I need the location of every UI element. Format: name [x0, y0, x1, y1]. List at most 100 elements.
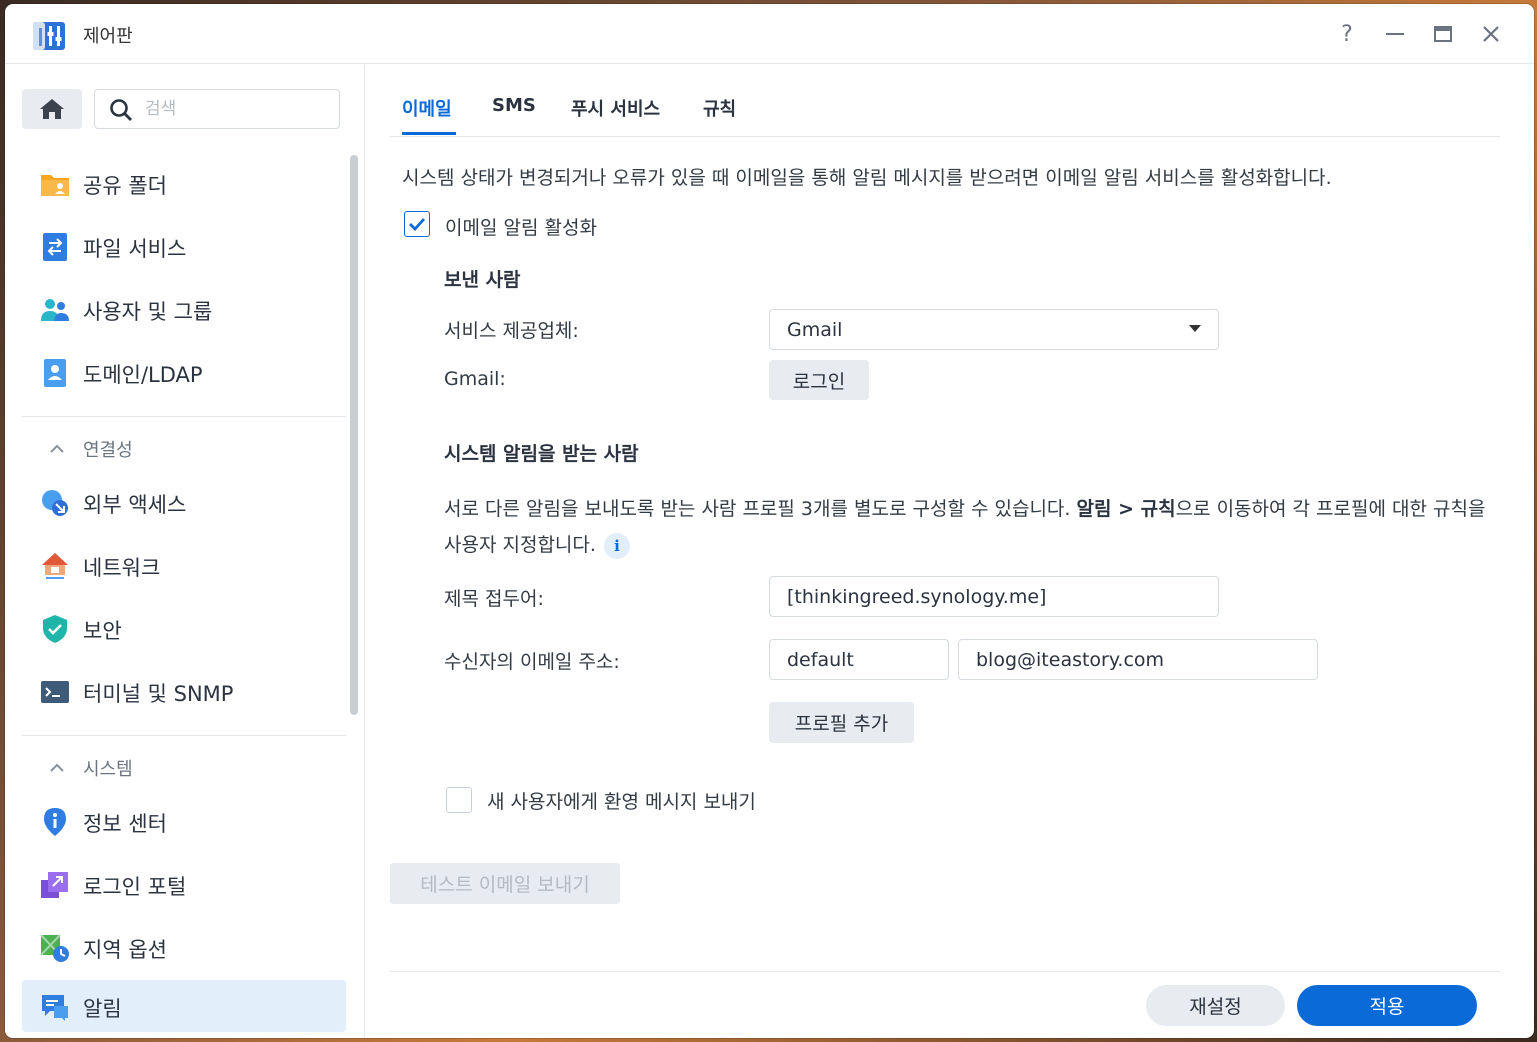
home-icon — [40, 99, 64, 119]
caret-down-icon — [1189, 325, 1201, 332]
sidebar-item-domain-ldap[interactable]: 도메인/LDAP — [22, 346, 346, 398]
tab-bar: 이메일 SMS 푸시 서비스 규칙 — [390, 65, 1500, 137]
search-input[interactable] — [145, 96, 325, 122]
sender-section-title: 보낸 사람 — [444, 269, 521, 291]
enable-email-checkbox[interactable] — [404, 211, 430, 237]
close-icon — [1483, 26, 1499, 42]
home-button[interactable] — [22, 89, 82, 129]
provider-select[interactable]: Gmail — [769, 309, 1219, 350]
section-system-header[interactable]: 시스템 — [22, 747, 346, 787]
welcome-message-label: 새 사용자에게 환영 메시지 보내기 — [487, 791, 756, 813]
info-separator: > — [1111, 498, 1141, 520]
provider-selected-value: Gmail — [787, 319, 843, 341]
external-access-icon — [42, 490, 68, 516]
sidebar-item-label: 터미널 및 SNMP — [83, 682, 234, 706]
maximize-button[interactable] — [1427, 18, 1459, 50]
sidebar-item-label: 보안 — [83, 619, 122, 643]
info-center-icon — [44, 808, 66, 836]
reset-button[interactable]: 재설정 — [1146, 985, 1285, 1026]
recipients-section-title: 시스템 알림을 받는 사람 — [444, 443, 639, 465]
search-icon — [110, 99, 132, 121]
tab-sms[interactable]: SMS — [492, 95, 536, 116]
enable-email-label: 이메일 알림 활성화 — [445, 217, 597, 239]
sidebar-item-login-portal[interactable]: 로그인 포털 — [22, 858, 346, 910]
sidebar-divider — [22, 735, 346, 736]
sidebar-item-label: 외부 액세스 — [83, 493, 187, 517]
network-icon — [42, 553, 68, 579]
sidebar-item-shared-folder[interactable]: 공유 폴더 — [22, 157, 346, 209]
maximize-icon — [1434, 26, 1452, 42]
tab-push-service[interactable]: 푸시 서비스 — [571, 95, 660, 121]
minimize-icon — [1386, 33, 1404, 35]
subject-prefix-input[interactable] — [769, 576, 1219, 617]
users-groups-icon — [41, 299, 69, 321]
sidebar-item-info-center[interactable]: 정보 센터 — [22, 795, 346, 847]
terminal-icon — [41, 681, 69, 703]
search-box[interactable] — [94, 89, 340, 129]
recipient-email-input[interactable] — [958, 639, 1318, 680]
add-profile-button[interactable]: 프로필 추가 — [769, 702, 914, 743]
control-panel-app-icon — [33, 22, 65, 50]
gmail-label: Gmail: — [444, 368, 506, 390]
sidebar-scrollbar[interactable] — [350, 155, 358, 715]
sidebar-item-regional-options[interactable]: 지역 옵션 — [22, 921, 346, 973]
sidebar-item-label: 사용자 및 그룹 — [83, 300, 213, 324]
chevron-up-icon — [50, 444, 64, 453]
chevron-up-icon — [50, 763, 64, 772]
login-portal-icon — [41, 872, 68, 898]
info-icon[interactable]: i — [603, 532, 630, 559]
tab-rules[interactable]: 규칙 — [703, 95, 736, 121]
sidebar-item-external-access[interactable]: 외부 액세스 — [22, 476, 346, 528]
control-panel-window: 제어판 ? 검색 공유 폴더 파일 서비스 사용자 및 그룹 도메인/LDAP … — [5, 4, 1534, 1038]
sidebar-item-label: 공유 폴더 — [83, 174, 167, 198]
section-label: 시스템 — [83, 759, 133, 780]
recipient-profile-input[interactable] — [769, 639, 949, 680]
notification-icon — [42, 995, 68, 1021]
active-tab-indicator — [402, 132, 456, 135]
info-link-rules: 규칙 — [1140, 498, 1176, 520]
sidebar-item-notification[interactable]: 알림 — [22, 980, 346, 1032]
section-connectivity-header[interactable]: 연결성 — [22, 428, 346, 468]
shield-icon — [43, 615, 67, 643]
close-button[interactable] — [1475, 18, 1507, 50]
footer-divider — [390, 971, 1500, 972]
regional-options-icon — [40, 934, 69, 962]
recipients-info-text: 서로 다른 알림을 보내도록 받는 사람 프로필 3개를 별도로 구성할 수 있… — [444, 491, 1504, 563]
sidebar-item-label: 파일 서비스 — [83, 237, 187, 261]
sidebar-item-label: 정보 센터 — [83, 812, 167, 836]
email-description: 시스템 상태가 변경되거나 오류가 있을 때 이메일을 통해 알림 메시지를 받… — [402, 167, 1332, 189]
recipient-email-label: 수신자의 이메일 주소: — [444, 651, 620, 673]
checkmark-icon — [409, 218, 426, 232]
subject-prefix-label: 제목 접두어: — [444, 588, 544, 610]
sidebar-item-label: 네트워크 — [83, 556, 161, 580]
sidebar-item-label: 알림 — [83, 997, 122, 1021]
sidebar-item-security[interactable]: 보안 — [22, 602, 346, 654]
sidebar-item-label: 도메인/LDAP — [83, 363, 203, 387]
sidebar-divider — [22, 416, 346, 417]
sidebar-item-users-groups[interactable]: 사용자 및 그룹 — [22, 283, 346, 335]
tab-email[interactable]: 이메일 — [402, 95, 452, 121]
login-button[interactable]: 로그인 — [769, 360, 869, 400]
sidebar-item-label: 로그인 포털 — [83, 875, 187, 899]
info-text-part: 서로 다른 알림을 보내도록 받는 사람 프로필 3개를 별도로 구성할 수 있… — [444, 498, 1077, 520]
info-link-notification: 알림 — [1076, 498, 1112, 520]
domain-ldap-icon — [44, 359, 66, 387]
welcome-message-checkbox[interactable] — [446, 787, 472, 813]
sidebar-item-network[interactable]: 네트워크 — [22, 539, 346, 591]
help-icon: ? — [1341, 21, 1353, 47]
file-services-icon — [43, 233, 67, 261]
sidebar-item-label: 지역 옵션 — [83, 938, 167, 962]
sidebar-item-file-services[interactable]: 파일 서비스 — [22, 220, 346, 272]
help-button[interactable]: ? — [1331, 18, 1363, 50]
apply-button[interactable]: 적용 — [1297, 985, 1477, 1026]
section-label: 연결성 — [83, 440, 133, 461]
window-title: 제어판 — [83, 26, 133, 47]
sidebar-item-terminal-snmp[interactable]: 터미널 및 SNMP — [22, 665, 346, 717]
send-test-email-button[interactable]: 테스트 이메일 보내기 — [390, 863, 620, 904]
main-panel: 이메일 SMS 푸시 서비스 규칙 시스템 상태가 변경되거나 오류가 있을 때… — [366, 65, 1534, 1038]
title-bar: 제어판 ? — [5, 4, 1534, 64]
provider-label: 서비스 제공업체: — [444, 320, 579, 342]
shared-folder-icon — [41, 175, 69, 196]
sidebar: 공유 폴더 파일 서비스 사용자 및 그룹 — [5, 65, 365, 1038]
minimize-button[interactable] — [1379, 18, 1411, 50]
